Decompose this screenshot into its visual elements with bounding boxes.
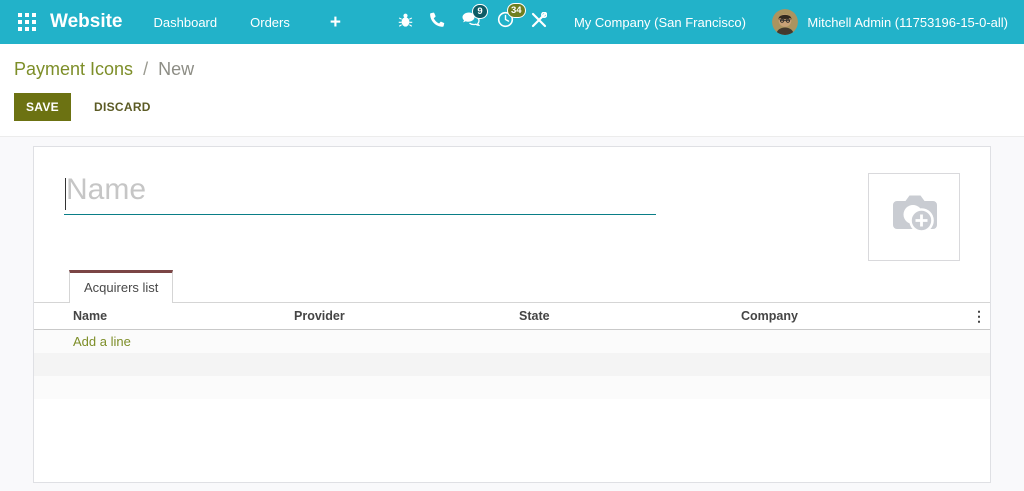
breadcrumb: Payment Icons / New <box>14 58 1008 80</box>
form-sheet: Acquirers list Name Provider State Compa… <box>33 146 991 483</box>
apps-menu-button[interactable] <box>18 13 36 31</box>
acquirers-table: Name Provider State Company ⋮ Add a line <box>34 303 990 399</box>
brand-website[interactable]: Website <box>50 11 123 33</box>
top-navbar: Website Dashboard Orders + 9 34 My Compa… <box>0 0 1024 44</box>
tools-button[interactable] <box>531 11 548 33</box>
breadcrumb-payment-icons[interactable]: Payment Icons <box>14 59 133 79</box>
company-switcher[interactable]: My Company (San Francisco) <box>574 15 746 30</box>
phone-icon <box>430 12 445 32</box>
main-content: Acquirers list Name Provider State Compa… <box>0 137 1024 491</box>
column-header-provider[interactable]: Provider <box>288 303 513 330</box>
add-a-line-row: Add a line <box>34 329 990 353</box>
user-menu[interactable]: Mitchell Admin (11753196-15-0-all) <box>772 9 1008 35</box>
activities-button[interactable]: 34 <box>497 3 526 33</box>
camera-plus-icon <box>888 192 940 243</box>
add-a-line-link[interactable]: Add a line <box>34 329 990 353</box>
new-content-button[interactable]: + <box>330 13 341 32</box>
avatar <box>772 9 799 35</box>
kebab-dots-icon: ⋮ <box>972 308 986 324</box>
optional-columns-toggle[interactable]: ⋮ <box>966 303 990 330</box>
system-tray: 9 34 <box>381 3 548 33</box>
column-header-name[interactable]: Name <box>34 303 288 330</box>
breadcrumb-current: New <box>158 59 195 79</box>
control-panel: Payment Icons / New SAVE DISCARD <box>0 44 1024 137</box>
nav-item-dashboard[interactable]: Dashboard <box>154 15 218 30</box>
text-cursor <box>65 178 66 210</box>
user-name: Mitchell Admin (11753196-15-0-all) <box>807 14 1008 30</box>
discard-button[interactable]: DISCARD <box>86 93 159 121</box>
table-row <box>34 375 990 399</box>
messages-badge: 9 <box>471 4 488 19</box>
column-header-state[interactable]: State <box>513 303 735 330</box>
nav-item-orders[interactable]: Orders <box>250 15 290 30</box>
action-buttons: SAVE DISCARD <box>14 93 1008 121</box>
table-header-row: Name Provider State Company ⋮ <box>34 303 990 330</box>
tab-acquirers-list[interactable]: Acquirers list <box>69 270 174 303</box>
save-button[interactable]: SAVE <box>14 93 71 121</box>
breadcrumb-separator: / <box>143 59 149 79</box>
phone-button[interactable] <box>430 12 445 32</box>
messages-button[interactable]: 9 <box>462 4 488 32</box>
table-row <box>34 352 990 376</box>
bug-icon <box>398 12 413 33</box>
activities-badge: 34 <box>506 3 526 18</box>
notebook: Acquirers list Name Provider State Compa… <box>34 270 990 399</box>
debug-button[interactable] <box>398 12 413 33</box>
tab-strip: Acquirers list <box>34 270 990 303</box>
column-header-company[interactable]: Company <box>735 303 966 330</box>
image-upload-box[interactable] <box>868 173 960 261</box>
name-input[interactable] <box>64 171 656 215</box>
wrench-screwdriver-icon <box>531 11 548 33</box>
